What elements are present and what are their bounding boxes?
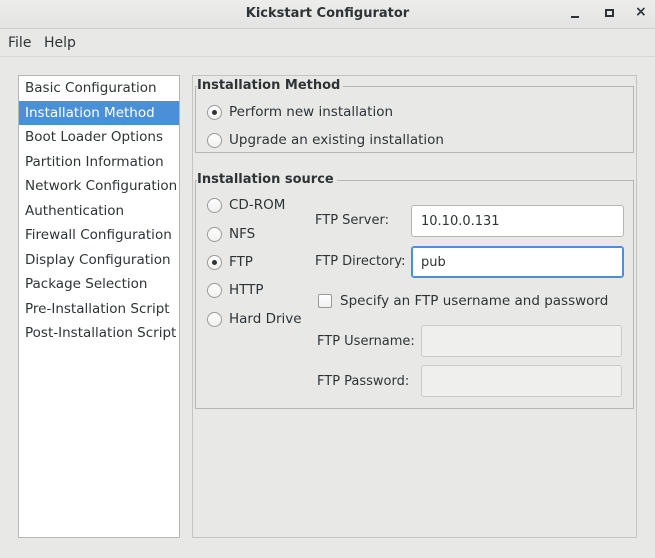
ftp-username-input[interactable] bbox=[421, 325, 622, 357]
ftp-auth-checkbox-row[interactable]: Specify an FTP username and password bbox=[318, 293, 608, 309]
sidebar-item-boot-loader-options[interactable]: Boot Loader Options bbox=[19, 125, 179, 150]
ftp-directory-input[interactable] bbox=[411, 246, 624, 278]
radio-http[interactable]: HTTP bbox=[207, 280, 264, 300]
radio-unchecked-icon[interactable] bbox=[207, 311, 222, 327]
radio-checked-icon[interactable] bbox=[207, 104, 222, 120]
ftp-username-label: FTP Username: bbox=[317, 334, 415, 349]
minimize-icon bbox=[571, 16, 579, 18]
sidebar-item-network-configuration[interactable]: Network Configuration bbox=[19, 174, 179, 199]
sidebar-item-display-configuration[interactable]: Display Configuration bbox=[19, 248, 179, 273]
sidebar-item-basic-configuration[interactable]: Basic Configuration bbox=[19, 76, 179, 101]
sidebar-item-pre-installation-script[interactable]: Pre-Installation Script bbox=[19, 297, 179, 322]
menu-bar: File Help bbox=[0, 29, 655, 57]
radio-hard-drive[interactable]: Hard Drive bbox=[207, 309, 302, 329]
kickstart-window: Kickstart Configurator × File Help Basic… bbox=[0, 0, 655, 558]
minimize-button[interactable] bbox=[566, 4, 586, 24]
installation-method-title: Installation Method bbox=[197, 78, 344, 93]
radio-unchecked-icon[interactable] bbox=[207, 197, 222, 213]
section-list: Basic Configuration Installation Method … bbox=[18, 75, 180, 538]
title-bar[interactable]: Kickstart Configurator × bbox=[0, 0, 655, 29]
sidebar-item-firewall-configuration[interactable]: Firewall Configuration bbox=[19, 223, 179, 248]
ftp-password-input[interactable] bbox=[421, 365, 622, 397]
close-icon: × bbox=[635, 4, 647, 20]
radio-unchecked-icon[interactable] bbox=[207, 132, 222, 148]
radio-cd-rom[interactable]: CD-ROM bbox=[207, 195, 285, 215]
menu-file[interactable]: File bbox=[8, 35, 31, 51]
radio-nfs[interactable]: NFS bbox=[207, 224, 255, 244]
sidebar-item-package-selection[interactable]: Package Selection bbox=[19, 272, 179, 297]
ftp-password-label: FTP Password: bbox=[317, 374, 410, 389]
ftp-server-label: FTP Server: bbox=[315, 213, 389, 228]
maximize-icon bbox=[605, 9, 614, 17]
installation-method-panel: Installation Method Perform new installa… bbox=[192, 75, 637, 538]
installation-source-title: Installation source bbox=[197, 172, 337, 187]
radio-upgrade-existing-installation[interactable]: Upgrade an existing installation bbox=[207, 130, 444, 150]
radio-checked-icon[interactable] bbox=[207, 254, 222, 270]
radio-unchecked-icon[interactable] bbox=[207, 226, 222, 242]
close-button[interactable]: × bbox=[632, 4, 652, 24]
maximize-button[interactable] bbox=[600, 4, 620, 24]
ftp-auth-checkbox[interactable] bbox=[318, 294, 332, 308]
radio-ftp[interactable]: FTP bbox=[207, 252, 253, 272]
radio-perform-new-installation[interactable]: Perform new installation bbox=[207, 102, 393, 122]
sidebar-item-post-installation-script[interactable]: Post-Installation Script bbox=[19, 321, 179, 346]
ftp-directory-label: FTP Directory: bbox=[315, 254, 406, 269]
ftp-server-input[interactable] bbox=[411, 205, 624, 237]
sidebar-item-partition-information[interactable]: Partition Information bbox=[19, 150, 179, 175]
menu-help[interactable]: Help bbox=[44, 35, 76, 51]
window-title: Kickstart Configurator bbox=[245, 6, 410, 21]
sidebar-item-authentication[interactable]: Authentication bbox=[19, 199, 179, 224]
radio-unchecked-icon[interactable] bbox=[207, 282, 222, 298]
sidebar-item-installation-method[interactable]: Installation Method bbox=[19, 100, 179, 125]
